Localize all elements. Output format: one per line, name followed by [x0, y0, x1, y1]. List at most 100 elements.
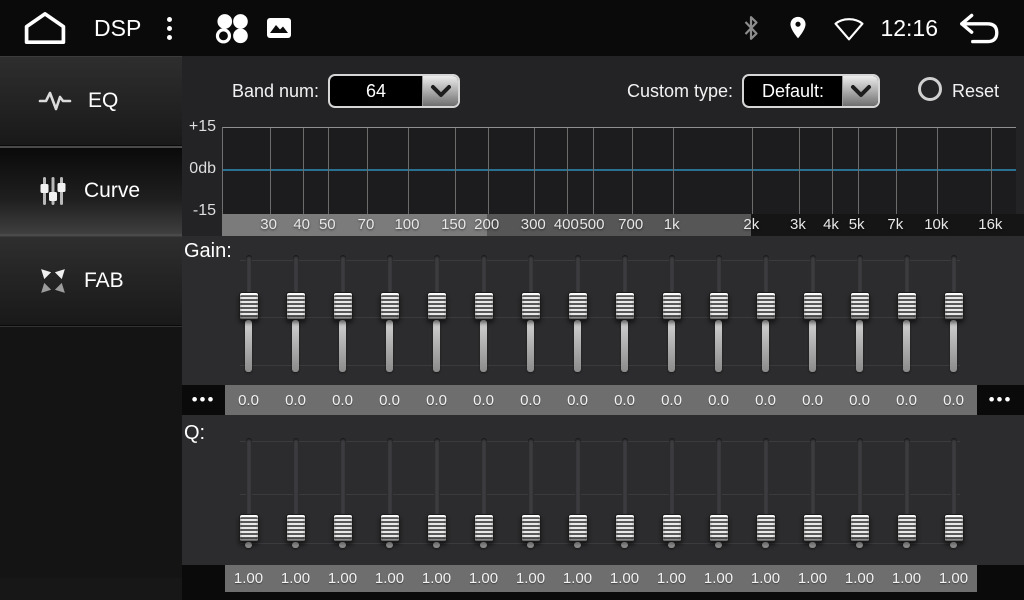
gain-slider-thumb[interactable]: [568, 292, 588, 320]
eq-waveform-icon: [38, 88, 72, 114]
q-slider-thumb[interactable]: [568, 514, 588, 542]
gain-slider-fill: [856, 320, 863, 372]
gain-slider: [695, 255, 742, 372]
gain-slider-thumb[interactable]: [474, 292, 494, 320]
q-slider-fill: [433, 542, 440, 548]
gain-slider-thumb[interactable]: [662, 292, 682, 320]
q-slider-thumb[interactable]: [521, 514, 541, 542]
gain-slider: [883, 255, 930, 372]
gallery-icon[interactable]: [266, 17, 292, 39]
q-slider-fill: [809, 542, 816, 548]
gain-slider-thumb[interactable]: [521, 292, 541, 320]
gain-slider-thumb[interactable]: [615, 292, 635, 320]
q-slider-thumb[interactable]: [897, 514, 917, 542]
gain-slider-fill: [950, 320, 957, 372]
freq-gridline: [408, 128, 409, 214]
q-slider: [789, 438, 836, 548]
gain-scroll-left-button[interactable]: •••: [182, 385, 225, 415]
band-num-dropdown[interactable]: 64: [328, 74, 460, 108]
gain-slider-fill: [480, 320, 487, 372]
back-arrow-icon[interactable]: [956, 10, 1002, 46]
q-slider-thumb[interactable]: [286, 514, 306, 542]
q-slider: [319, 438, 366, 548]
freq-tick-label: 40: [293, 216, 310, 233]
home-icon[interactable]: [22, 11, 68, 45]
q-slider-thumb[interactable]: [850, 514, 870, 542]
freq-gridline: [328, 128, 329, 214]
q-slider: [930, 438, 977, 548]
freq-tick-label: 300: [521, 216, 546, 233]
gain-value: 0.0: [883, 385, 930, 415]
chevron-down-icon[interactable]: [842, 76, 878, 106]
q-slider-thumb[interactable]: [474, 514, 494, 542]
q-section-label: Q:: [184, 422, 205, 445]
gain-slider-thumb[interactable]: [286, 292, 306, 320]
q-slider-thumb[interactable]: [662, 514, 682, 542]
sidebar-item-eq[interactable]: EQ: [0, 56, 182, 146]
kebab-menu-icon[interactable]: [163, 13, 176, 44]
apps-clover-icon[interactable]: [210, 11, 250, 45]
q-slider: [836, 438, 883, 548]
q-slider-thumb[interactable]: [615, 514, 635, 542]
gain-slider-thumb[interactable]: [756, 292, 776, 320]
sidebar-item-curve[interactable]: Curve: [0, 146, 182, 236]
y-axis-label-plus15: +15: [182, 118, 216, 136]
gain-scroll-right-button[interactable]: •••: [977, 385, 1024, 415]
gain-slider-thumb[interactable]: [239, 292, 259, 320]
freq-gridline: [937, 128, 938, 214]
gain-slider-thumb[interactable]: [380, 292, 400, 320]
freq-gridline: [367, 128, 368, 214]
freq-gridline: [567, 128, 568, 214]
q-slider-thumb[interactable]: [944, 514, 964, 542]
gain-slider: [648, 255, 695, 372]
q-slider-thumb[interactable]: [380, 514, 400, 542]
q-slider-fill: [574, 542, 581, 548]
freq-tick-label: 16k: [978, 216, 1002, 233]
gain-slider-fill: [903, 320, 910, 372]
q-slider: [742, 438, 789, 548]
q-slider-thumb[interactable]: [709, 514, 729, 542]
bluetooth-icon: [740, 13, 762, 43]
gain-slider-thumb[interactable]: [427, 292, 447, 320]
q-slider: [648, 438, 695, 548]
freq-gridline: [270, 128, 271, 214]
gain-value: 0.0: [742, 385, 789, 415]
gain-slider-thumb[interactable]: [944, 292, 964, 320]
q-value: 1.00: [413, 565, 460, 592]
gain-slider-fill: [809, 320, 816, 372]
gain-slider-thumb[interactable]: [709, 292, 729, 320]
dsp-app-screen: DSP: [0, 0, 1024, 600]
q-strip-right-box: [977, 565, 1024, 592]
gain-value: 0.0: [413, 385, 460, 415]
curve-sliders-icon: [38, 175, 68, 207]
q-slider-thumb[interactable]: [756, 514, 776, 542]
freq-gridline: [799, 128, 800, 214]
gain-slider-thumb[interactable]: [897, 292, 917, 320]
gain-value: 0.0: [272, 385, 319, 415]
freq-gridline: [832, 128, 833, 214]
q-slider-fill: [950, 542, 957, 548]
reset-radio[interactable]: [918, 77, 942, 101]
gain-slider: [272, 255, 319, 372]
gain-value: 0.0: [695, 385, 742, 415]
gain-slider-thumb[interactable]: [850, 292, 870, 320]
custom-type-label: Custom type:: [627, 81, 733, 102]
chevron-down-icon[interactable]: [422, 76, 458, 106]
sidebar-item-label: Curve: [84, 179, 140, 203]
custom-type-dropdown[interactable]: Default:: [742, 74, 880, 108]
sidebar-item-fab[interactable]: FAB: [0, 236, 182, 326]
gain-slider-thumb[interactable]: [803, 292, 823, 320]
freq-tick-label: 2k: [743, 216, 759, 233]
q-slider-thumb[interactable]: [803, 514, 823, 542]
gain-value: 0.0: [225, 385, 272, 415]
q-slider-thumb[interactable]: [239, 514, 259, 542]
freq-gridline: [673, 128, 674, 214]
q-slider-fill: [621, 542, 628, 548]
freq-gridline: [488, 128, 489, 214]
freq-gridline: [534, 128, 535, 214]
gain-slider-thumb[interactable]: [333, 292, 353, 320]
q-value: 1.00: [836, 565, 883, 592]
q-slider-thumb[interactable]: [333, 514, 353, 542]
q-slider-thumb[interactable]: [427, 514, 447, 542]
gain-slider: [319, 255, 366, 372]
